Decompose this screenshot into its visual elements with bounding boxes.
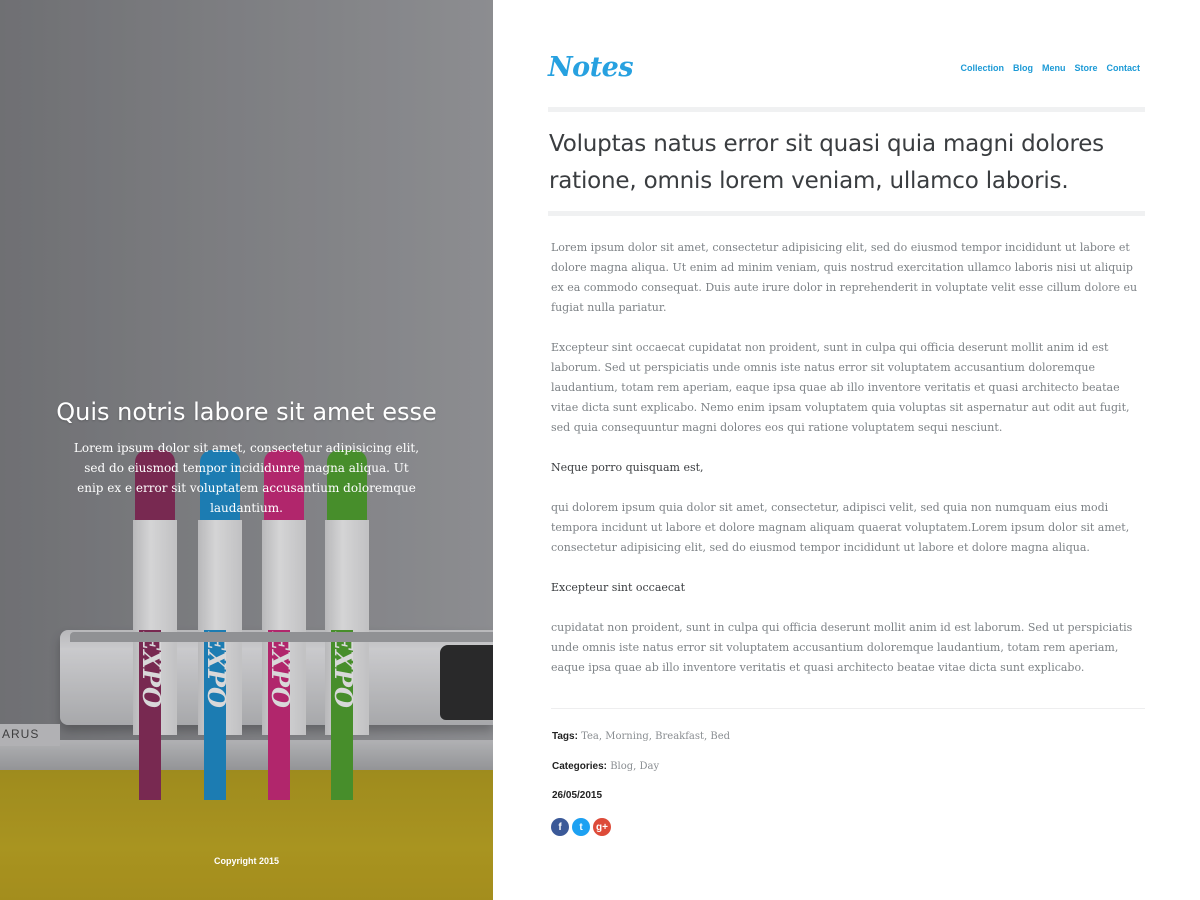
hero-panel: ARUS EXPO EXPO EXPO EXPO Quis notris lab… <box>0 0 493 900</box>
post-headline: Voluptas natus error sit quasi quia magn… <box>549 131 1104 194</box>
categories-label: Categories: <box>552 761 608 772</box>
social-share: f t g+ <box>551 818 611 836</box>
post-date: 26/05/2015 <box>552 790 603 801</box>
copyright: Copyright 2015 <box>213 856 280 866</box>
site-logo[interactable]: Notes <box>548 52 634 83</box>
post-body: Lorem ipsum dolor sit amet, consectetur … <box>551 238 1145 698</box>
tag-link[interactable]: Tea <box>581 731 599 742</box>
hero-text: Quis notris labore sit amet esse Lorem i… <box>0 398 493 518</box>
facebook-icon[interactable]: f <box>551 818 569 836</box>
google-plus-icon[interactable]: g+ <box>593 818 611 836</box>
paragraph: cupidatat non proident, sunt in culpa qu… <box>551 621 1133 674</box>
meta-divider <box>551 708 1145 709</box>
paragraph: Excepteur sint occaecat cupidatat non pr… <box>551 341 1130 434</box>
top-nav: Collection Blog Menu Store Contact <box>960 63 1140 73</box>
tag-link[interactable]: Bed <box>710 731 730 742</box>
section-heading: Excepteur sint occaecat <box>551 581 686 594</box>
section-heading: Neque porro quisquam est, <box>551 461 704 474</box>
hero-title: Quis notris labore sit amet esse <box>56 398 437 426</box>
category-link[interactable]: Blog <box>610 761 633 772</box>
tag-link[interactable]: Breakfast <box>655 731 704 742</box>
tag-link[interactable]: Morning <box>605 731 649 742</box>
tags-label: Tags: <box>552 731 578 742</box>
paragraph: qui dolorem ipsum quia dolor sit amet, c… <box>551 501 1130 554</box>
post-categories: Categories: Blog, Day <box>552 761 660 772</box>
nav-blog[interactable]: Blog <box>1013 63 1033 73</box>
nav-store[interactable]: Store <box>1074 63 1097 73</box>
headline-divider <box>548 211 1145 216</box>
nav-menu[interactable]: Menu <box>1042 63 1066 73</box>
main-content: Notes Collection Blog Menu Store Contact… <box>493 0 1200 900</box>
paragraph: Lorem ipsum dolor sit amet, consectetur … <box>551 241 1138 314</box>
nav-contact[interactable]: Contact <box>1107 63 1141 73</box>
post-tags: Tags: Tea, Morning, Breakfast, Bed <box>552 731 731 742</box>
hero-subtitle: Lorem ipsum dolor sit amet, consectetur … <box>73 441 420 515</box>
category-link[interactable]: Day <box>640 761 660 772</box>
header-divider <box>548 107 1145 112</box>
nav-collection[interactable]: Collection <box>960 63 1004 73</box>
twitter-icon[interactable]: t <box>572 818 590 836</box>
